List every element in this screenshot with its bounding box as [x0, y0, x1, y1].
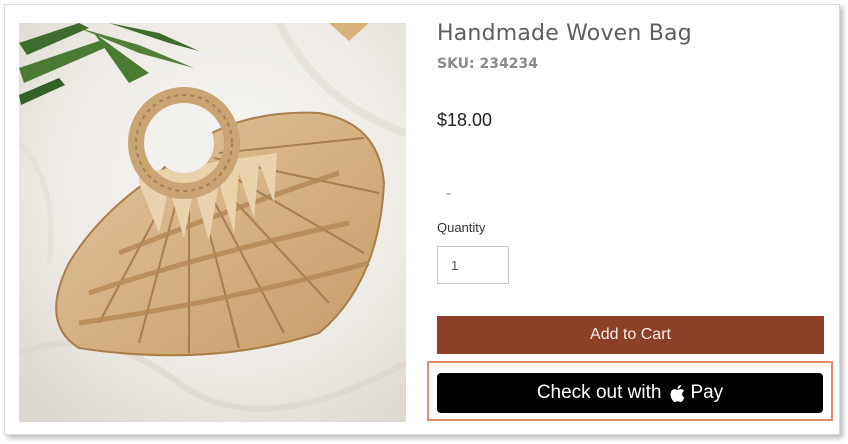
apple-pay-brand-label: Pay [690, 382, 724, 403]
add-to-cart-button[interactable]: Add to Cart [437, 316, 824, 354]
product-title: Handmade Woven Bag [437, 21, 692, 46]
product-sku: SKU: 234234 [437, 56, 538, 72]
apple-pay-checkout-button[interactable]: Check out with Pay [437, 373, 823, 413]
apple-pay-prefix-label: Check out with [536, 382, 662, 403]
product-image[interactable] [19, 23, 406, 422]
woven-bag-photo [19, 23, 406, 422]
quantity-label: Quantity [437, 220, 486, 235]
apple-logo-icon [669, 384, 685, 403]
product-price: $18.00 [437, 110, 493, 130]
add-to-cart-label: Add to Cart [590, 326, 671, 343]
divider-dot [446, 193, 451, 195]
quantity-input[interactable] [437, 246, 509, 284]
